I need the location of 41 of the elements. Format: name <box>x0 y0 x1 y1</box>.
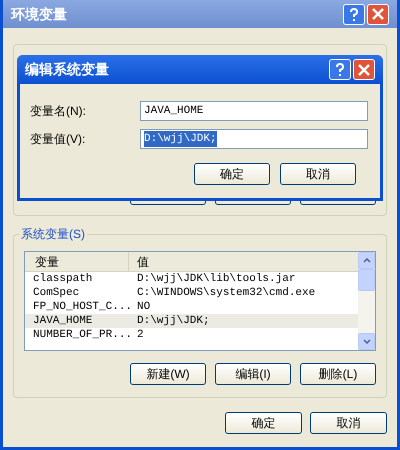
dialog-button[interactable]: 取消 <box>280 163 356 185</box>
variable-name: classpath <box>32 272 94 286</box>
text-field[interactable]: D:\wjj\JDK; <box>140 129 368 149</box>
scroll-down-button[interactable] <box>358 333 375 350</box>
scroll-up-button[interactable] <box>358 252 375 269</box>
action-button[interactable]: 删除(L) <box>300 363 376 385</box>
variable-value: D:\wjj\JDK\lib\tools.jar <box>136 272 296 286</box>
scrollbar[interactable] <box>358 252 375 350</box>
scroll-thumb[interactable] <box>358 269 375 291</box>
close-button[interactable] <box>353 59 375 80</box>
help-button[interactable] <box>329 59 351 80</box>
help-button[interactable] <box>343 4 365 24</box>
text-field[interactable]: JAVA_HOME <box>140 101 368 121</box>
help-icon <box>335 63 345 78</box>
list-row[interactable]: JAVA_HOME D:\wjj\JDK; <box>25 314 358 328</box>
dialog-button[interactable]: 确定 <box>194 163 270 185</box>
column-header[interactable]: 变量 <box>25 252 129 271</box>
dialog-button[interactable]: 确定 <box>225 412 302 434</box>
variable-value: 2 <box>136 328 144 342</box>
field-value: JAVA_HOME <box>144 104 204 119</box>
variable-value: NO <box>136 300 150 314</box>
field-label: 变量名(N): <box>30 103 87 120</box>
close-icon <box>358 64 370 76</box>
dialog-button[interactable]: 取消 <box>310 412 387 434</box>
column-header[interactable]: 值 <box>129 252 358 271</box>
help-icon <box>349 8 359 22</box>
variable-value: D:\wjj\JDK; <box>136 314 210 328</box>
variable-name: JAVA_HOME <box>32 314 94 328</box>
close-icon <box>372 8 384 20</box>
action-button[interactable]: 编辑(I) <box>215 363 291 385</box>
variable-name: NUMBER_OF_PR... <box>32 328 129 342</box>
dialog-title: 编辑系统变量 <box>25 60 109 79</box>
variable-value: C:\WINDOWS\system32\cmd.exe <box>136 286 316 300</box>
action-button[interactable]: 新建(W) <box>130 363 206 385</box>
window-title: 环境变量 <box>11 4 67 24</box>
field-label: 变量值(V): <box>30 131 86 148</box>
variable-name: FP_NO_HOST_C... <box>32 300 129 314</box>
group-label: 系统变量(S) <box>19 225 87 243</box>
field-value: D:\wjj\JDK; <box>144 130 217 148</box>
variable-name: ComSpec <box>32 286 80 300</box>
close-button[interactable] <box>367 4 389 24</box>
